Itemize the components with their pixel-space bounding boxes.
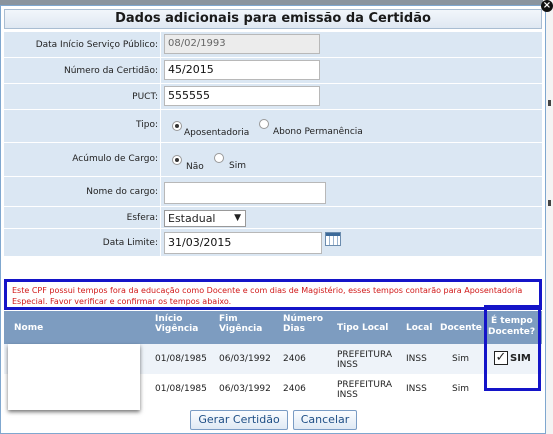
close-icon[interactable]: × [541, 0, 553, 12]
acumulo-sim-radio[interactable] [214, 153, 224, 163]
row-data-limite: Data Limite: 31/03/2015 [4, 229, 542, 256]
data-inicio-field: 08/02/1993 [164, 34, 320, 54]
background-mark [548, 100, 551, 106]
redacted-name-block [8, 344, 140, 410]
puct-label: PUCT: [132, 92, 158, 102]
col-fim-1: Fim [219, 314, 238, 324]
cell-docente: Sim [452, 354, 469, 364]
acumulo-nao-label: Não [186, 162, 204, 172]
cell-docente: Sim [452, 384, 469, 394]
cell-tipo-local-2: INSS [337, 390, 358, 400]
col-inicio-1: Início [155, 314, 183, 324]
nome-cargo-input[interactable] [164, 182, 326, 204]
data-limite-input[interactable]: 31/03/2015 [164, 232, 322, 254]
cell-inicio: 01/08/1985 [155, 384, 207, 394]
cell-tipo-local-1: PREFEITURA [337, 350, 393, 360]
col-fim-2: Vigência [219, 324, 263, 334]
col-numero-2: Dias [283, 324, 305, 334]
tipo-aposentadoria-radio[interactable] [172, 121, 182, 131]
tempo-docente-checkbox[interactable]: ✓ [494, 351, 508, 365]
tipo-label: Tipo: [136, 120, 158, 130]
tipo-abono-label: Abono Permanência [273, 127, 363, 137]
dialog-title: Dados adicionais para emissão da Certidã… [4, 9, 542, 29]
row-acumulo: Acúmulo de Cargo: Não Sim [4, 143, 542, 177]
data-inicio-label: Data Início Serviço Público: [35, 40, 158, 50]
esfera-select[interactable]: Estadual ▼ [164, 210, 246, 227]
acumulo-sim-label: Sim [229, 161, 246, 171]
warning-message: Este CPF possui tempos fora da educação … [4, 279, 542, 310]
background-mark [548, 200, 551, 206]
form-area: Data Início Serviço Público: 08/02/1993 … [4, 32, 542, 256]
cell-dias: 2406 [283, 354, 306, 364]
nome-cargo-label: Nome do cargo: [86, 187, 158, 197]
col-nome: Nome [14, 323, 44, 333]
table-header: Nome Início Vigência Fim Vigência Número… [4, 311, 542, 344]
row-esfera: Esfera: Estadual ▼ [4, 207, 542, 229]
esfera-value: Estadual [168, 212, 216, 225]
cancelar-button[interactable]: Cancelar [293, 410, 357, 430]
puct-input[interactable]: 555555 [164, 86, 320, 106]
cell-local: INSS [406, 384, 427, 394]
cell-local: INSS [406, 354, 427, 364]
tipo-abono-radio[interactable] [259, 119, 269, 129]
acumulo-label: Acúmulo de Cargo: [72, 154, 158, 164]
col-inicio-2: Vigência [155, 324, 199, 334]
row-data-inicio: Data Início Serviço Público: 08/02/1993 [4, 32, 542, 58]
tipo-aposentadoria-label: Aposentadoria [184, 128, 250, 138]
tempo-docente-highlight [484, 305, 541, 391]
certidao-dialog: Dados adicionais para emissão da Certidã… [0, 5, 546, 434]
row-tipo: Tipo: Aposentadoria Abono Permanência [4, 110, 542, 143]
row-nome-cargo: Nome do cargo: [4, 177, 542, 207]
cell-dias: 2406 [283, 384, 306, 394]
esfera-label: Esfera: [126, 213, 158, 223]
cell-tipo-local-2: INSS [337, 360, 358, 370]
cell-fim: 06/03/1992 [219, 354, 271, 364]
col-local: Local [406, 323, 433, 333]
numero-certidao-input[interactable]: 45/2015 [164, 60, 320, 80]
cell-tipo-local-1: PREFEITURA [337, 380, 393, 390]
col-docente: Docente [440, 323, 482, 333]
data-limite-label: Data Limite: [102, 238, 158, 248]
col-numero-1: Número [283, 314, 324, 324]
dropdown-arrow-icon: ▼ [234, 213, 241, 223]
cell-fim: 06/03/1992 [219, 384, 271, 394]
col-tipo-local: Tipo Local [337, 323, 389, 333]
row-puct: PUCT: 555555 [4, 84, 542, 110]
calendar-icon[interactable] [325, 232, 341, 246]
row-numero: Número da Certidão: 45/2015 [4, 58, 542, 84]
cell-inicio: 01/08/1985 [155, 354, 207, 364]
acumulo-nao-radio[interactable] [172, 155, 182, 165]
gerar-certidao-button[interactable]: Gerar Certidão [190, 410, 288, 430]
tempo-docente-label: SIM [510, 353, 531, 364]
numero-label: Número da Certidão: [63, 66, 158, 76]
